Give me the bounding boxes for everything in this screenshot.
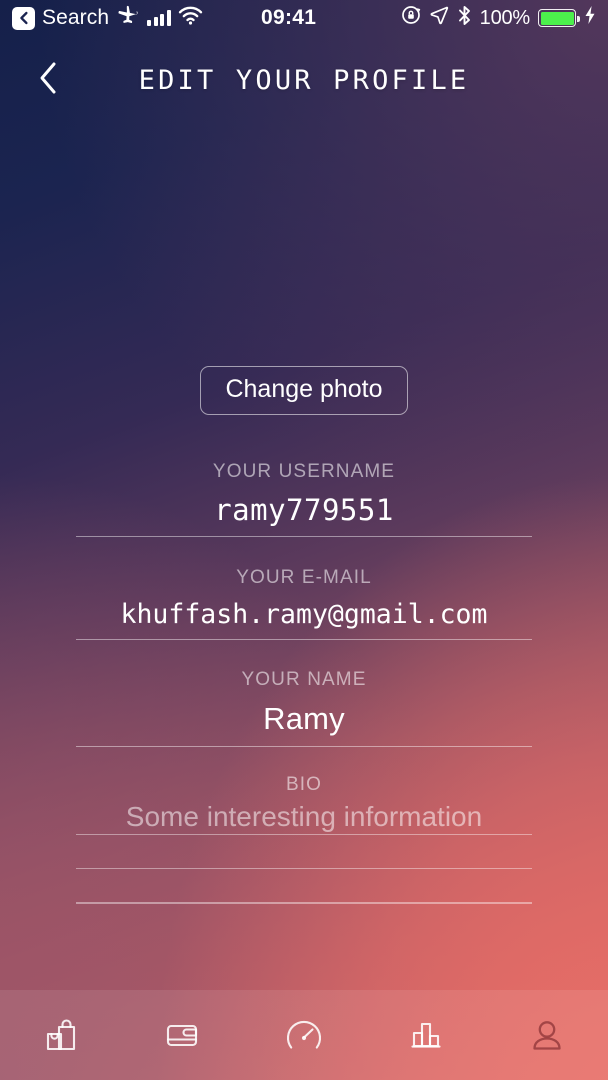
cellular-signal-icon	[147, 10, 171, 26]
email-label: YOUR E-MAIL	[236, 567, 372, 588]
bio-input[interactable]	[76, 800, 532, 834]
tab-stats[interactable]	[365, 990, 487, 1080]
status-bar-left: Search	[12, 3, 203, 33]
username-field: YOUR USERNAME	[76, 462, 532, 537]
battery-percent-label: 100%	[479, 6, 531, 29]
bar-chart-icon	[403, 1012, 449, 1058]
bio-label: BIO	[285, 774, 323, 795]
bluetooth-icon	[457, 5, 472, 32]
change-photo-area: Change photo	[0, 366, 608, 415]
app-screen: Search 09:41 100% EDIT YOUR PROFILE Chan…	[0, 0, 608, 1080]
email-field: YOUR E-MAIL	[76, 568, 532, 640]
airplane-mode-icon	[116, 3, 140, 33]
speedometer-icon	[279, 1010, 329, 1060]
name-input[interactable]	[76, 695, 532, 747]
person-icon	[524, 1012, 570, 1058]
name-field: YOUR NAME	[76, 670, 532, 747]
tab-wallet[interactable]	[122, 990, 244, 1080]
tab-dashboard[interactable]	[243, 990, 365, 1080]
change-photo-button[interactable]: Change photo	[200, 366, 408, 415]
back-chevron-badge-icon[interactable]	[12, 6, 35, 30]
username-input[interactable]	[76, 487, 532, 537]
shopping-bags-icon	[38, 1012, 84, 1058]
username-label: YOUR USERNAME	[212, 461, 396, 482]
profile-form: YOUR USERNAME YOUR E-MAIL YOUR NAME BIO	[76, 462, 532, 904]
tab-bar	[0, 990, 608, 1080]
navigation-bar: EDIT YOUR PROFILE	[0, 52, 608, 108]
chevron-left-icon	[37, 61, 59, 100]
page-title: EDIT YOUR PROFILE	[138, 64, 470, 96]
status-bar-back-app-label[interactable]: Search	[42, 6, 109, 30]
bio-field: BIO	[76, 775, 532, 904]
tab-shop[interactable]	[0, 990, 122, 1080]
name-label: YOUR NAME	[241, 669, 367, 690]
status-bar-clock: 09:41	[261, 6, 317, 29]
location-arrow-icon	[429, 5, 449, 31]
status-bar-center: 09:41	[203, 6, 401, 30]
bio-rule-3	[76, 902, 532, 904]
charging-bolt-icon	[584, 5, 596, 31]
email-input[interactable]	[76, 593, 532, 640]
wallet-icon	[159, 1012, 205, 1058]
battery-icon	[538, 9, 580, 27]
rotation-lock-icon	[401, 5, 421, 31]
wifi-icon	[178, 6, 203, 31]
status-bar-right: 100%	[401, 5, 596, 32]
back-button[interactable]	[28, 60, 68, 100]
status-bar: Search 09:41 100%	[0, 0, 608, 36]
tab-profile[interactable]	[486, 990, 608, 1080]
